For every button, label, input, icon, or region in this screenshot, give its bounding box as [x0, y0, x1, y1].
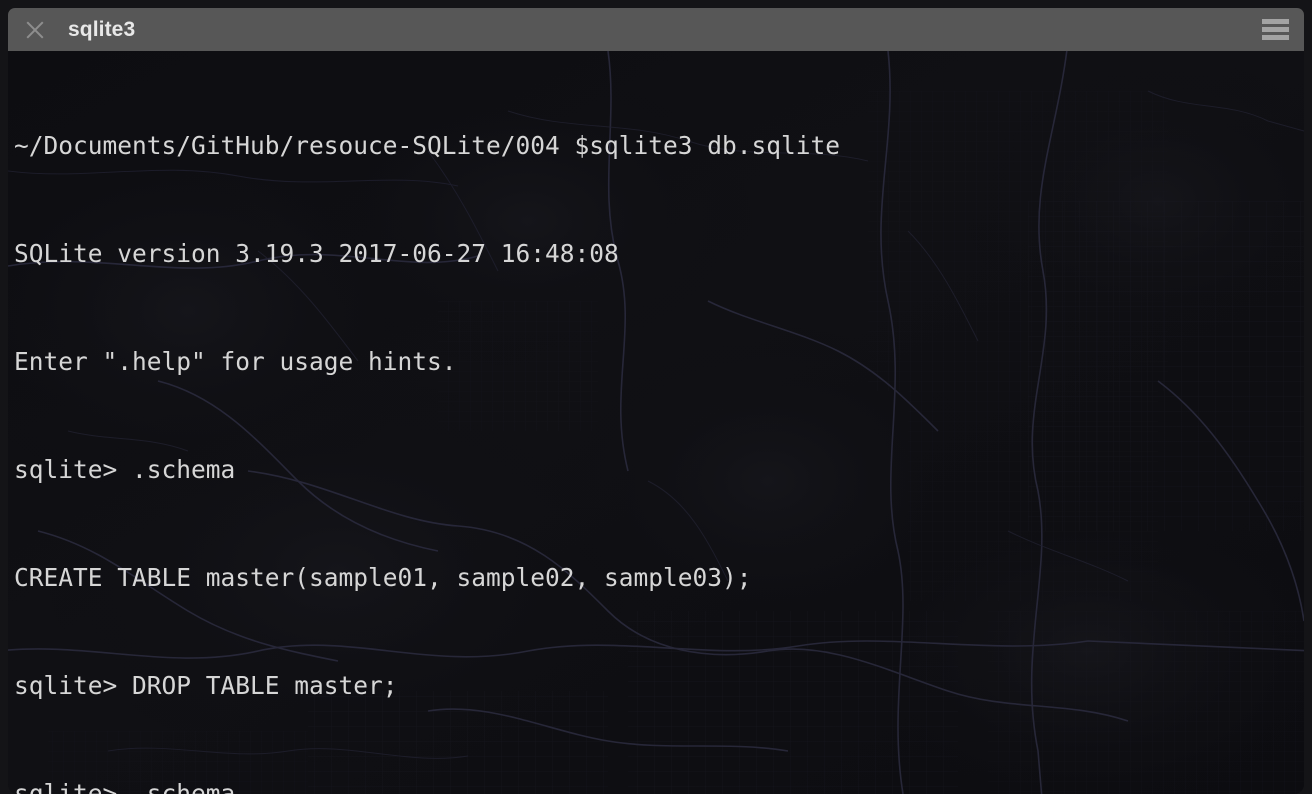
terminal-line: Enter ".help" for usage hints.: [14, 347, 457, 376]
terminal-window[interactable]: sqlite3 ~/Documents/GitHub/resouce-SQLit…: [8, 8, 1304, 794]
terminal-scrollback: ~/Documents/GitHub/resouce-SQLite/004 $s…: [14, 51, 1304, 794]
terminal-line: sqlite> DROP TABLE master;: [14, 671, 398, 700]
menu-bar-2: [1262, 27, 1289, 32]
menu-bar-3: [1262, 35, 1289, 40]
terminal-body[interactable]: ~/Documents/GitHub/resouce-SQLite/004 $s…: [8, 51, 1304, 794]
terminal-line: ~/Documents/GitHub/resouce-SQLite/004 $s…: [14, 131, 841, 160]
close-icon[interactable]: [22, 17, 48, 43]
hamburger-menu-icon[interactable]: [1262, 19, 1289, 40]
terminal-line: sqlite> .schema: [14, 779, 236, 794]
terminal-line: SQLite version 3.19.3 2017-06-27 16:48:0…: [14, 239, 619, 268]
terminal-line: CREATE TABLE master(sample01, sample02, …: [14, 563, 752, 592]
window-title: sqlite3: [68, 18, 136, 41]
terminal-line: sqlite> .schema: [14, 455, 236, 484]
menu-bar-1: [1262, 19, 1289, 24]
window-titlebar[interactable]: sqlite3: [8, 8, 1304, 51]
screen: sqlite3 ~/Documents/GitHub/resouce-SQLit…: [0, 0, 1312, 794]
